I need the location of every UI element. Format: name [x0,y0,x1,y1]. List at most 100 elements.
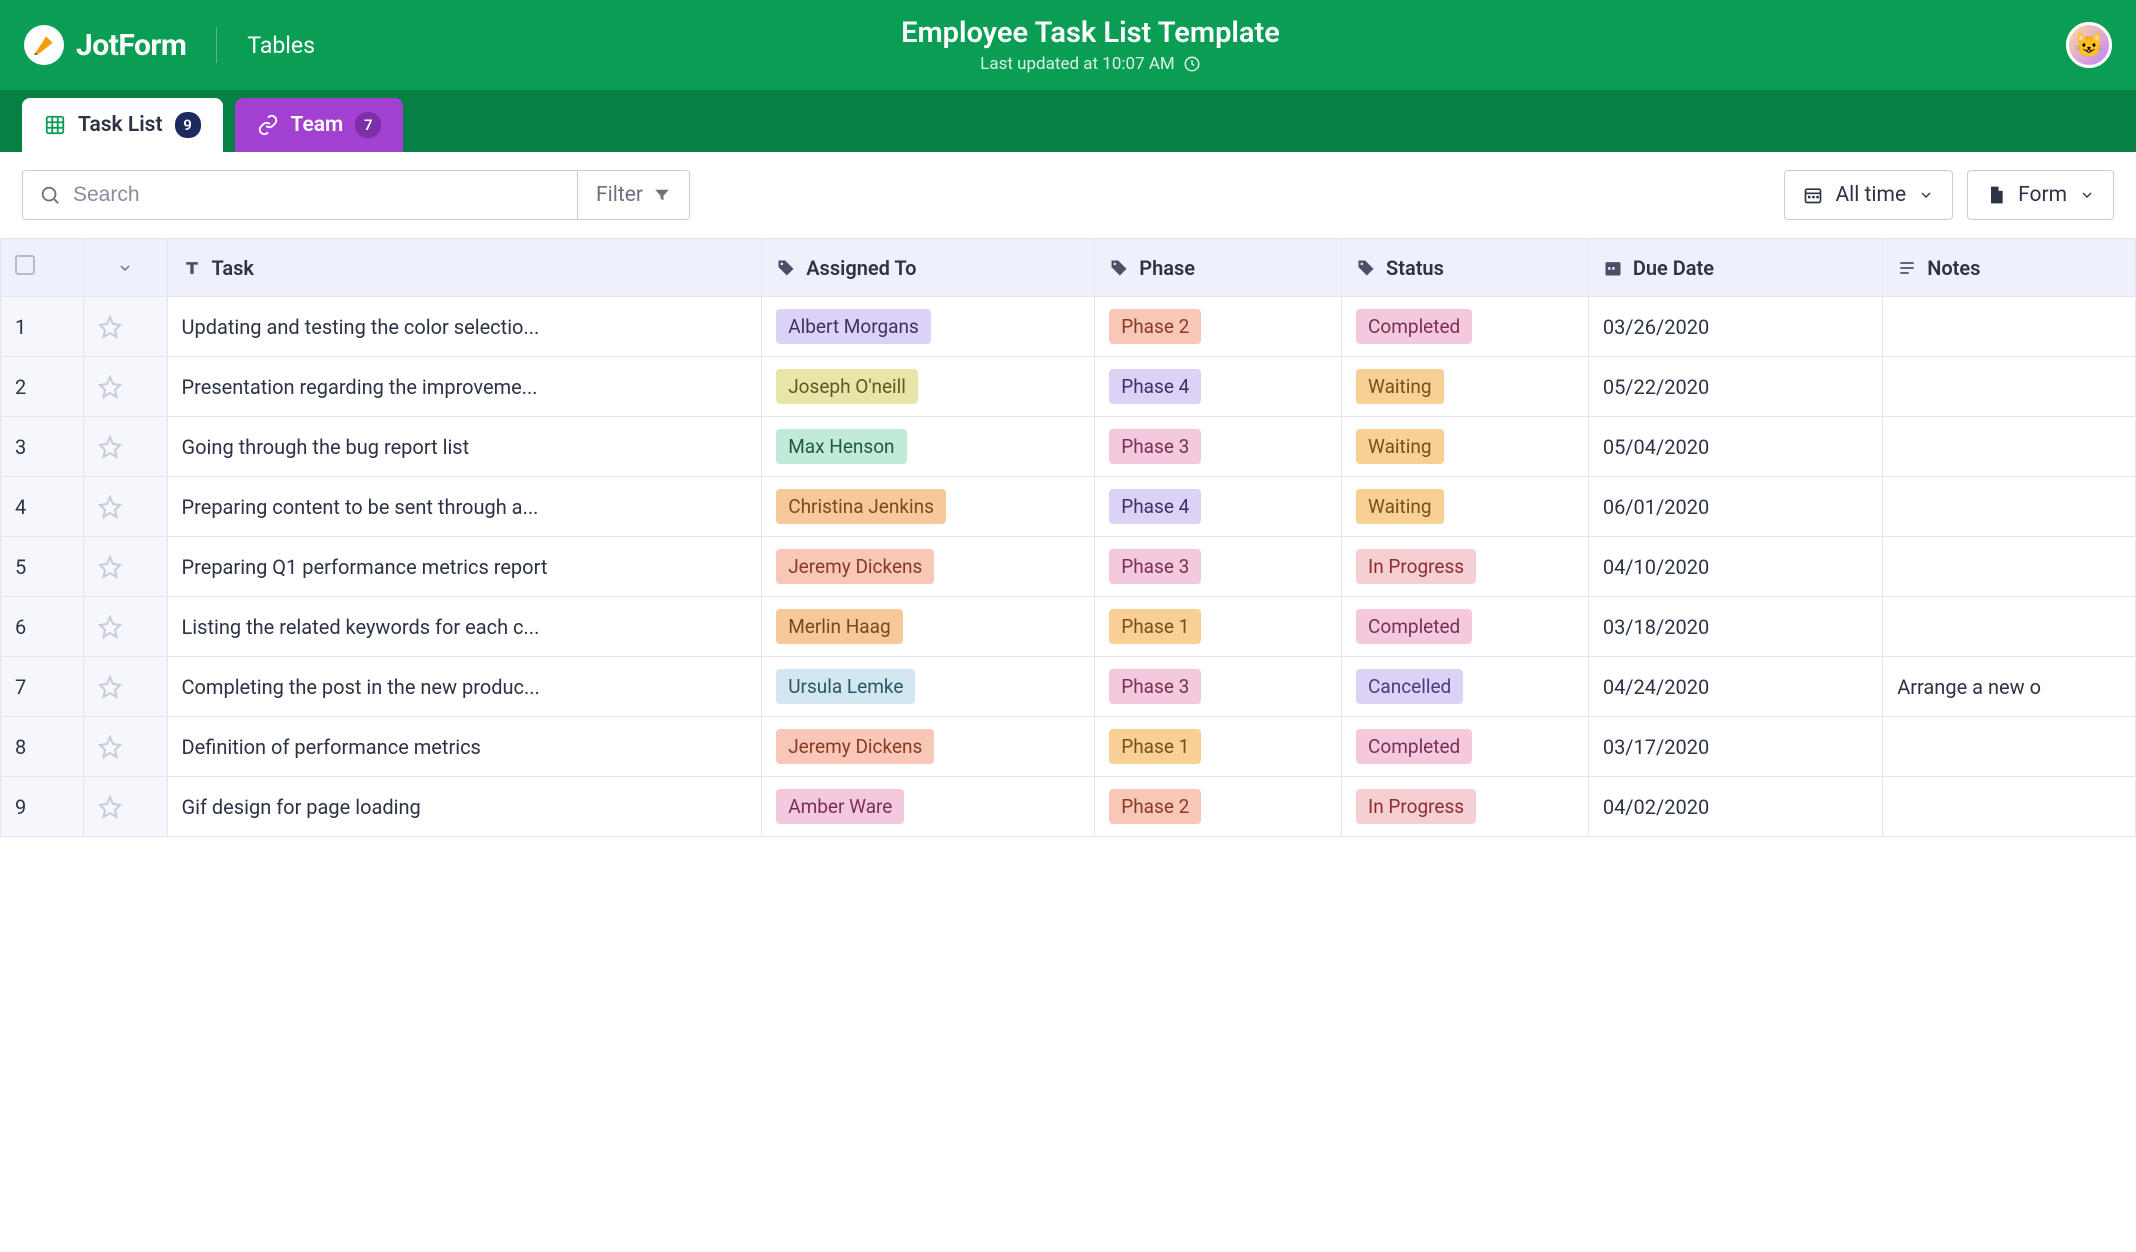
phase-tag[interactable]: Phase 3 [1109,429,1201,464]
status-tag[interactable]: Waiting [1356,429,1444,464]
cell-status[interactable]: Waiting [1342,417,1589,477]
cell-notes[interactable] [1883,777,2136,837]
cell-phase[interactable]: Phase 3 [1095,537,1342,597]
cell-assigned[interactable]: Merlin Haag [762,597,1095,657]
star-icon[interactable] [98,795,152,819]
cell-phase[interactable]: Phase 2 [1095,777,1342,837]
cell-notes[interactable] [1883,597,2136,657]
status-tag[interactable]: Cancelled [1356,669,1463,704]
cell-status[interactable]: In Progress [1342,537,1589,597]
filter-button[interactable]: Filter [577,171,689,219]
row-star[interactable] [84,657,167,717]
cell-assigned[interactable]: Albert Morgans [762,297,1095,357]
phase-tag[interactable]: Phase 3 [1109,549,1201,584]
star-icon[interactable] [98,555,152,579]
checkbox-icon[interactable] [15,255,35,275]
status-tag[interactable]: In Progress [1356,789,1476,824]
phase-tag[interactable]: Phase 2 [1109,309,1201,344]
phase-tag[interactable]: Phase 3 [1109,669,1201,704]
th-task[interactable]: Task [167,239,762,297]
th-assigned[interactable]: Assigned To [762,239,1095,297]
table-row[interactable]: 6Listing the related keywords for each c… [1,597,2136,657]
page-title[interactable]: Employee Task List Template [115,16,2066,50]
cell-due[interactable]: 03/18/2020 [1588,597,1882,657]
assigned-tag[interactable]: Jeremy Dickens [776,729,934,764]
assigned-tag[interactable]: Albert Morgans [776,309,931,344]
cell-notes[interactable] [1883,297,2136,357]
cell-notes[interactable]: Arrange a new o [1883,657,2136,717]
cell-task[interactable]: Completing the post in the new produc... [167,657,762,717]
cell-assigned[interactable]: Christina Jenkins [762,477,1095,537]
row-star[interactable] [84,597,167,657]
th-phase[interactable]: Phase [1095,239,1342,297]
assigned-tag[interactable]: Joseph O'neill [776,369,918,404]
assigned-tag[interactable]: Ursula Lemke [776,669,915,704]
status-tag[interactable]: Waiting [1356,489,1444,524]
cell-assigned[interactable]: Amber Ware [762,777,1095,837]
cell-phase[interactable]: Phase 3 [1095,657,1342,717]
assigned-tag[interactable]: Amber Ware [776,789,904,824]
cell-status[interactable]: Completed [1342,717,1589,777]
avatar[interactable]: 😺 [2066,22,2112,68]
th-notes[interactable]: Notes [1883,239,2136,297]
status-tag[interactable]: Completed [1356,609,1472,644]
cell-status[interactable]: Waiting [1342,357,1589,417]
star-icon[interactable] [98,495,152,519]
star-icon[interactable] [98,615,152,639]
status-tag[interactable]: Completed [1356,729,1472,764]
cell-status[interactable]: Completed [1342,297,1589,357]
cell-phase[interactable]: Phase 1 [1095,717,1342,777]
phase-tag[interactable]: Phase 2 [1109,789,1201,824]
cell-task[interactable]: Going through the bug report list [167,417,762,477]
cell-task[interactable]: Presentation regarding the improveme... [167,357,762,417]
phase-tag[interactable]: Phase 4 [1109,489,1201,524]
table-row[interactable]: 2Presentation regarding the improveme...… [1,357,2136,417]
th-expand[interactable] [84,239,167,297]
cell-due[interactable]: 06/01/2020 [1588,477,1882,537]
search-box[interactable] [23,171,577,219]
phase-tag[interactable]: Phase 4 [1109,369,1201,404]
table-row[interactable]: 8Definition of performance metricsJeremy… [1,717,2136,777]
row-star[interactable] [84,777,167,837]
th-status[interactable]: Status [1342,239,1589,297]
cell-due[interactable]: 04/10/2020 [1588,537,1882,597]
cell-phase[interactable]: Phase 3 [1095,417,1342,477]
status-tag[interactable]: In Progress [1356,549,1476,584]
cell-status[interactable]: Completed [1342,597,1589,657]
phase-tag[interactable]: Phase 1 [1109,609,1201,644]
cell-notes[interactable] [1883,417,2136,477]
cell-status[interactable]: Waiting [1342,477,1589,537]
star-icon[interactable] [98,315,152,339]
assigned-tag[interactable]: Jeremy Dickens [776,549,934,584]
cell-phase[interactable]: Phase 4 [1095,477,1342,537]
star-icon[interactable] [98,675,152,699]
star-icon[interactable] [98,435,152,459]
th-checkbox[interactable] [1,239,84,297]
star-icon[interactable] [98,735,152,759]
table-row[interactable]: 1Updating and testing the color selectio… [1,297,2136,357]
cell-phase[interactable]: Phase 2 [1095,297,1342,357]
cell-task[interactable]: Preparing content to be sent through a..… [167,477,762,537]
cell-due[interactable]: 03/26/2020 [1588,297,1882,357]
status-tag[interactable]: Completed [1356,309,1472,344]
cell-due[interactable]: 03/17/2020 [1588,717,1882,777]
row-star[interactable] [84,297,167,357]
cell-assigned[interactable]: Ursula Lemke [762,657,1095,717]
date-range-button[interactable]: All time [1784,170,1953,220]
table-row[interactable]: 7Completing the post in the new produc..… [1,657,2136,717]
form-button[interactable]: Form [1967,170,2114,220]
row-star[interactable] [84,477,167,537]
cell-task[interactable]: Gif design for page loading [167,777,762,837]
cell-task[interactable]: Preparing Q1 performance metrics report [167,537,762,597]
cell-due[interactable]: 04/02/2020 [1588,777,1882,837]
star-icon[interactable] [98,375,152,399]
cell-assigned[interactable]: Joseph O'neill [762,357,1095,417]
table-row[interactable]: 9Gif design for page loadingAmber WarePh… [1,777,2136,837]
phase-tag[interactable]: Phase 1 [1109,729,1201,764]
cell-due[interactable]: 05/22/2020 [1588,357,1882,417]
row-star[interactable] [84,357,167,417]
table-row[interactable]: 3Going through the bug report listMax He… [1,417,2136,477]
search-input[interactable] [73,183,561,207]
tab-team[interactable]: Team 7 [235,98,404,152]
cell-notes[interactable] [1883,537,2136,597]
